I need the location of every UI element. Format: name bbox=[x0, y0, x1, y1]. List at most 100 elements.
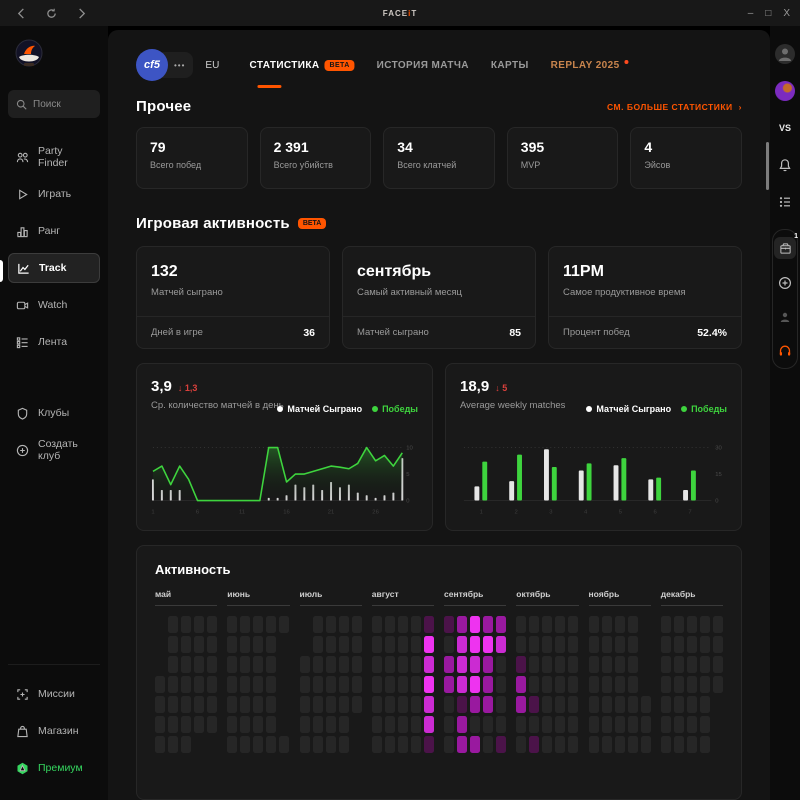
svg-text:4: 4 bbox=[584, 509, 588, 515]
heatmap-cell bbox=[615, 616, 625, 633]
notifications-bell-icon[interactable] bbox=[775, 155, 795, 175]
heatmap-cell bbox=[602, 636, 612, 653]
heatmap-cell bbox=[687, 736, 697, 753]
sidebar-item-play[interactable]: Играть bbox=[8, 179, 100, 209]
heatmap-cell bbox=[602, 716, 612, 733]
heatmap-cell bbox=[542, 656, 552, 673]
sidebar-bottom-group: Миссии Магазин Премиум bbox=[8, 664, 100, 790]
heatmap-cell bbox=[313, 696, 323, 713]
heatmap-cell bbox=[555, 716, 565, 733]
voice-chat-headphones-icon[interactable] bbox=[775, 341, 795, 361]
heatmap-month-rule bbox=[155, 605, 217, 606]
see-more-stats-link[interactable]: СМ. БОЛЬШЕ СТАТИСТИКИ › bbox=[607, 102, 742, 112]
section-title-misc: Прочее bbox=[136, 98, 191, 115]
heatmap-cell bbox=[457, 676, 467, 693]
clubs-shield-icon bbox=[16, 407, 29, 420]
sidebar-item-missions[interactable]: Миссии bbox=[8, 679, 100, 709]
sidebar-item-watch[interactable]: Watch bbox=[8, 290, 100, 320]
heatmap-cell bbox=[411, 636, 421, 653]
profile-avatar-icon[interactable] bbox=[775, 44, 795, 64]
sidebar-item-shop[interactable]: Магазин bbox=[8, 716, 100, 746]
heatmap-cell bbox=[470, 636, 480, 653]
heatmap-month-rule bbox=[300, 605, 362, 606]
heatmap-cell bbox=[253, 656, 263, 673]
heatmap-cell bbox=[628, 676, 638, 693]
heatmap-cell bbox=[628, 656, 638, 673]
chart-legend: Матчей Сыграно Победы bbox=[586, 404, 727, 414]
heatmap-cell bbox=[589, 636, 599, 653]
tab-maps[interactable]: КАРТЫ bbox=[491, 60, 529, 71]
heatmap-cell bbox=[339, 696, 349, 713]
heatmap-cell bbox=[700, 676, 710, 693]
heatmap-cell bbox=[615, 736, 625, 753]
tab-match-history[interactable]: ИСТОРИЯ МАТЧА bbox=[377, 60, 469, 71]
misc-stat-cards: 79 Всего побед 2 391 Всего убийств 34 Вс… bbox=[136, 127, 742, 189]
sidebar-item-party-finder[interactable]: Party Finder bbox=[8, 142, 100, 172]
heatmap-cell bbox=[542, 676, 552, 693]
sidebar-item-track[interactable]: Track bbox=[8, 253, 100, 283]
sidebar-item-premium[interactable]: Премиум bbox=[8, 753, 100, 783]
game-avatar[interactable] bbox=[775, 81, 795, 101]
heatmap-cell bbox=[207, 616, 217, 633]
heatmap-cell bbox=[700, 636, 710, 653]
section-title-game-activity: Игровая активность bbox=[136, 215, 290, 232]
heatmap-cell bbox=[227, 716, 237, 733]
heatmap-cell bbox=[674, 636, 684, 653]
heatmap-cell bbox=[352, 656, 362, 673]
heatmap-cell bbox=[339, 676, 349, 693]
search-box[interactable] bbox=[8, 90, 100, 118]
heatmap-cell bbox=[641, 696, 651, 713]
heatmap-cell bbox=[602, 676, 612, 693]
heatmap-cell bbox=[253, 696, 263, 713]
heatmap-cell bbox=[339, 736, 349, 753]
main-content: cf5 ••• EU СТАТИСТИКА BETA ИСТОРИЯ МАТЧА… bbox=[108, 30, 770, 800]
heatmap-cell bbox=[628, 616, 638, 633]
svg-text:10: 10 bbox=[406, 445, 413, 451]
tab-statistics[interactable]: СТАТИСТИКА BETA bbox=[249, 60, 354, 71]
avatar[interactable]: cf5 bbox=[136, 49, 168, 81]
sidebar-item-rank[interactable]: Ранг bbox=[8, 216, 100, 246]
heatmap-cell bbox=[326, 696, 336, 713]
heatmap-cell bbox=[542, 696, 552, 713]
heatmap-cell bbox=[700, 696, 710, 713]
heatmap-cell bbox=[313, 676, 323, 693]
heatmap-cell bbox=[615, 676, 625, 693]
beta-badge: BETA bbox=[298, 218, 327, 229]
heatmap-cell bbox=[168, 696, 178, 713]
chart-headline-value: 3,9 bbox=[151, 378, 172, 395]
heatmap-cell bbox=[568, 676, 578, 693]
svg-text:15: 15 bbox=[715, 472, 722, 478]
heatmap-cell bbox=[266, 716, 276, 733]
heatmap-cell bbox=[542, 716, 552, 733]
heatmap-cell bbox=[207, 736, 217, 753]
add-icon[interactable] bbox=[775, 273, 795, 293]
faceit-logo[interactable] bbox=[14, 38, 44, 68]
heatmap-cell bbox=[339, 656, 349, 673]
heatmap-cell bbox=[194, 676, 204, 693]
sidebar-item-create-club[interactable]: Создать клуб bbox=[8, 435, 100, 465]
rank-icon bbox=[16, 225, 29, 238]
heatmap-cell bbox=[700, 616, 710, 633]
heatmap-cell bbox=[253, 736, 263, 753]
sidebar-item-clubs[interactable]: Клубы bbox=[8, 398, 100, 428]
heatmap-cell bbox=[424, 716, 434, 733]
search-input[interactable] bbox=[33, 99, 93, 110]
heatmap-cell bbox=[589, 696, 599, 713]
friends-icon[interactable] bbox=[775, 307, 795, 327]
heatmap-cell bbox=[496, 736, 506, 753]
heatmap-cell bbox=[253, 676, 263, 693]
vs-label[interactable]: VS bbox=[775, 118, 795, 138]
leaderboard-icon[interactable] bbox=[775, 192, 795, 212]
inventory-icon[interactable]: 1 bbox=[774, 237, 796, 259]
heatmap-cell bbox=[155, 616, 165, 633]
heatmap-cell bbox=[266, 616, 276, 633]
sidebar-item-feed[interactable]: Лента bbox=[8, 327, 100, 357]
heatmap-cell bbox=[483, 616, 493, 633]
heatmap-month-grid bbox=[155, 616, 217, 753]
heatmap-cell bbox=[615, 696, 625, 713]
scrollbar[interactable] bbox=[766, 142, 769, 190]
heatmap-cell bbox=[457, 656, 467, 673]
game-activity-cards: 132 Матчей сыграно Дней в игре 36 сентяб… bbox=[136, 246, 742, 349]
tab-replay[interactable]: REPLAY 2025 bbox=[551, 60, 629, 71]
heatmap-cell bbox=[155, 696, 165, 713]
